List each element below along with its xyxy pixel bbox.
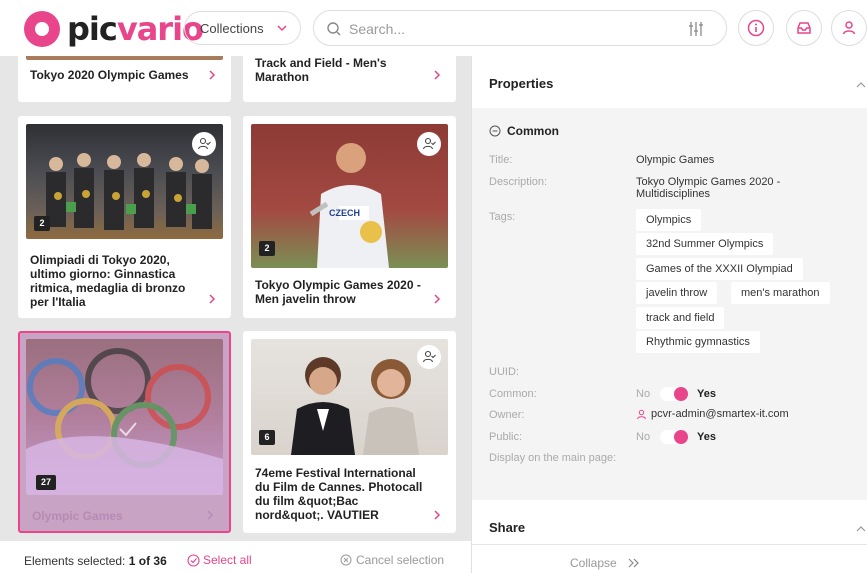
title-value: Olympic Games [636,154,715,166]
double-chevron-right-icon [628,558,639,568]
chevron-right-icon[interactable] [432,510,442,520]
photo-count-badge: 27 [36,475,56,490]
tags-label: Tags: [489,211,516,223]
minus-circle-icon [489,125,501,137]
card-title: Tokyo Olympic Games 2020 - Track and Fie… [255,56,387,84]
share-body: Collapse [472,544,867,573]
owner-value[interactable]: pcvr-admin@smartex-it.com [636,408,789,420]
user-button[interactable] [831,10,867,46]
chevron-right-icon[interactable] [432,294,442,304]
owner-label: Owner: [489,409,525,421]
collections-dropdown[interactable]: Collections [184,11,301,45]
tag-chip[interactable]: Games of the XXXII Olympiad [636,258,803,280]
info-icon [747,19,765,37]
photo-count-badge: 2 [34,216,50,231]
user-icon [637,409,646,419]
share-title: Share [489,520,526,535]
search-input[interactable] [349,19,649,39]
chevron-down-icon [277,25,287,32]
public-switch[interactable] [660,430,688,444]
chevron-right-icon[interactable] [432,70,442,80]
common-section-toggle[interactable]: Common [489,124,559,138]
properties-header[interactable]: Properties [472,56,867,108]
owner-badge [417,132,441,156]
cancel-selection-button[interactable]: Cancel selection [340,553,444,567]
olympic-rings-photo [26,348,223,495]
check-circle-icon [187,553,200,567]
tag-chip[interactable]: Olympics [636,209,702,231]
chevron-right-icon[interactable] [205,510,215,520]
logo[interactable]: picvario [24,10,204,48]
media-card[interactable]: 6 74eme Festival International du Film d… [243,331,456,533]
close-circle-icon [340,554,352,566]
chevron-right-icon[interactable] [207,70,217,80]
svg-text:CZECH: CZECH [329,208,360,218]
card-title: Tokyo Olympic Games 2020 - Men javelin t… [255,278,421,306]
card-title: 74eme Festival International du Film de … [255,466,423,522]
collapse-button[interactable]: Collapse [570,556,641,570]
media-grid: Tokyo 2020 Olympic Games Tokyo Olympic G… [0,56,471,541]
chevron-right-icon[interactable] [207,294,217,304]
card-title: Olimpiadi di Tokyo 2020, ultimo giorno: … [30,253,186,309]
media-card-selected[interactable]: 27 Olympic Games [18,331,231,533]
card-thumbnail [26,56,223,60]
photo-count-badge: 6 [259,430,275,445]
tag-chip[interactable]: track and field [636,307,725,329]
filter-sliders-icon[interactable] [688,21,704,37]
common-toggle[interactable]: No Yes [636,387,716,401]
logo-text: picvario [67,10,204,48]
tag-chip[interactable]: javelin throw [636,282,718,304]
user-check-icon [422,137,436,150]
inbox-icon [797,22,811,34]
chevron-up-icon[interactable] [856,524,866,534]
inbox-button[interactable] [786,10,822,46]
properties-title: Properties [489,76,554,91]
selection-bar: Elements selected: 1 of 36 Select all Ca… [0,541,471,573]
collections-label: Collections [200,20,264,36]
tag-chip[interactable]: 32nd Summer Olympics [636,233,774,255]
select-all-button[interactable]: Select all [187,553,252,567]
card-thumbnail [26,339,223,495]
user-check-icon [422,350,436,363]
card-title: Olympic Games [32,509,123,523]
search-icon [327,22,341,36]
common-switch[interactable] [660,387,688,401]
top-header: picvario Collections [0,0,867,56]
public-toggle[interactable]: No Yes [636,430,716,444]
tag-chip[interactable]: men's marathon [731,282,830,304]
selection-count: Elements selected: 1 of 36 [24,554,167,568]
display-main-page-label: Display on the main page: [489,452,617,464]
owner-badge [192,132,216,156]
media-card[interactable]: Tokyo Olympic Games 2020 - Track and Fie… [243,56,456,102]
user-check-icon [197,137,211,150]
card-title: Tokyo 2020 Olympic Games [30,68,189,82]
properties-body: Common Title: Olympic Games Description:… [472,108,867,500]
photo-count-badge: 2 [259,241,275,256]
info-button[interactable] [738,10,774,46]
uuid-label: UUID: [489,366,519,378]
media-card[interactable]: 2 Olimpiadi di Tokyo 2020, ultimo giorno… [18,116,231,318]
media-card[interactable]: CZECH 2 Tokyo Olympic Games 2020 - Men j… [243,116,456,318]
description-label: Description: [489,176,548,188]
chevron-up-icon[interactable] [856,80,866,90]
user-icon [842,21,856,35]
search-bar[interactable] [313,10,727,46]
title-label: Title: [489,154,513,166]
common-label: Common: [489,388,537,400]
description-value: Tokyo Olympic Games 2020 - Multidiscipli… [636,176,781,200]
logo-mark-icon [24,11,60,47]
media-card[interactable]: Tokyo 2020 Olympic Games [18,56,231,102]
tag-chip[interactable]: Rhythmic gymnastics [636,331,760,353]
details-panel: Properties Common Title: Olympic Games D… [471,56,867,573]
public-label: Public: [489,431,523,443]
owner-badge [417,345,441,369]
